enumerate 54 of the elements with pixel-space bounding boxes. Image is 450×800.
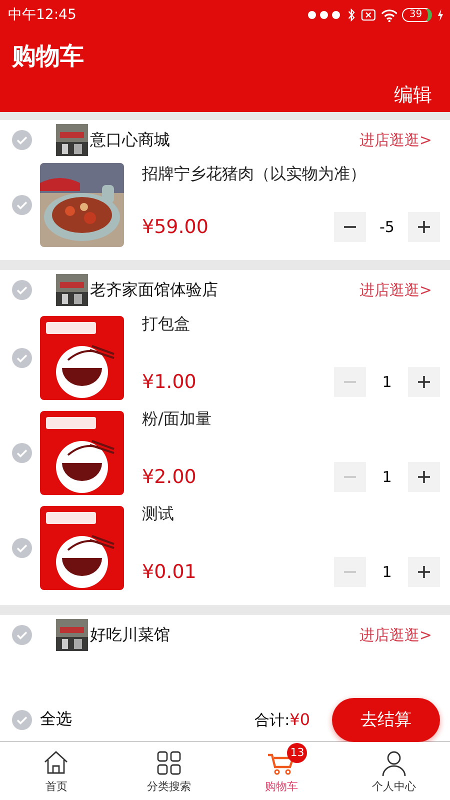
quantity-value: 1 <box>381 468 393 486</box>
no-sim-icon <box>360 9 376 21</box>
product-name: 打包盒 <box>142 314 191 335</box>
quantity-value: 1 <box>381 373 393 391</box>
bluetooth-icon <box>347 8 356 22</box>
plus-button[interactable] <box>408 462 440 492</box>
plus-icon <box>417 220 431 234</box>
quantity-value: 1 <box>381 563 393 581</box>
plus-button[interactable] <box>408 557 440 587</box>
plus-icon <box>417 375 431 389</box>
product-name: 测试 <box>142 504 175 525</box>
wifi-icon <box>380 8 398 22</box>
count-badge: 13 <box>287 742 308 762</box>
total-amount: 合计:¥0 <box>254 710 310 730</box>
product-name: 粉/面加量 <box>142 409 212 430</box>
grid-icon <box>154 748 183 776</box>
product-price: ¥59.00 <box>142 216 208 238</box>
checkbox[interactable] <box>12 348 32 368</box>
checkbox[interactable] <box>12 442 32 462</box>
tab[interactable]: 分类搜索 <box>112 742 225 800</box>
edit-button[interactable]: 编辑 <box>394 82 432 108</box>
quantity-value: -5 <box>378 218 396 236</box>
visit-store-link[interactable]: 进店逛逛> <box>359 280 440 300</box>
minus-button[interactable] <box>334 212 366 242</box>
product-price: ¥2.00 <box>142 466 196 488</box>
tab[interactable]: 首页 <box>0 742 112 800</box>
visit-store-link[interactable]: 进店逛逛> <box>359 130 440 150</box>
product-name: 招牌宁乡花猪肉（以实物为准） <box>142 164 367 185</box>
checkbox[interactable] <box>12 710 32 730</box>
plus-button[interactable] <box>408 367 440 397</box>
product-price: ¥1.00 <box>142 371 196 393</box>
plus-icon <box>417 470 431 484</box>
store-name: 好吃川菜馆 <box>90 624 171 646</box>
store-name: 意口心商城 <box>90 130 171 150</box>
person-icon <box>380 748 408 776</box>
signal-dots-icon <box>306 9 342 21</box>
visit-store-link[interactable]: 进店逛逛> <box>359 626 440 644</box>
tab[interactable]: 个人中心 <box>338 742 450 800</box>
select-all-label[interactable]: 全选 <box>40 709 72 730</box>
plus-icon <box>417 565 431 579</box>
store-name: 老齐家面馆体验店 <box>90 280 219 300</box>
tab[interactable]: 13 购物车 <box>225 742 338 800</box>
status-time: 中午12:45 <box>8 6 76 24</box>
battery-indicator: 39 <box>402 8 432 22</box>
charging-icon <box>437 9 444 21</box>
checkbox[interactable] <box>12 280 32 300</box>
checkout-button[interactable]: 去结算 <box>332 698 440 742</box>
plus-button[interactable] <box>408 212 440 242</box>
product-price: ¥0.01 <box>142 561 196 583</box>
checkbox[interactable] <box>12 130 32 150</box>
checkbox[interactable] <box>12 538 32 558</box>
checkbox[interactable] <box>12 195 32 215</box>
checkbox[interactable] <box>12 625 32 645</box>
page-title: 购物车 <box>12 41 85 72</box>
